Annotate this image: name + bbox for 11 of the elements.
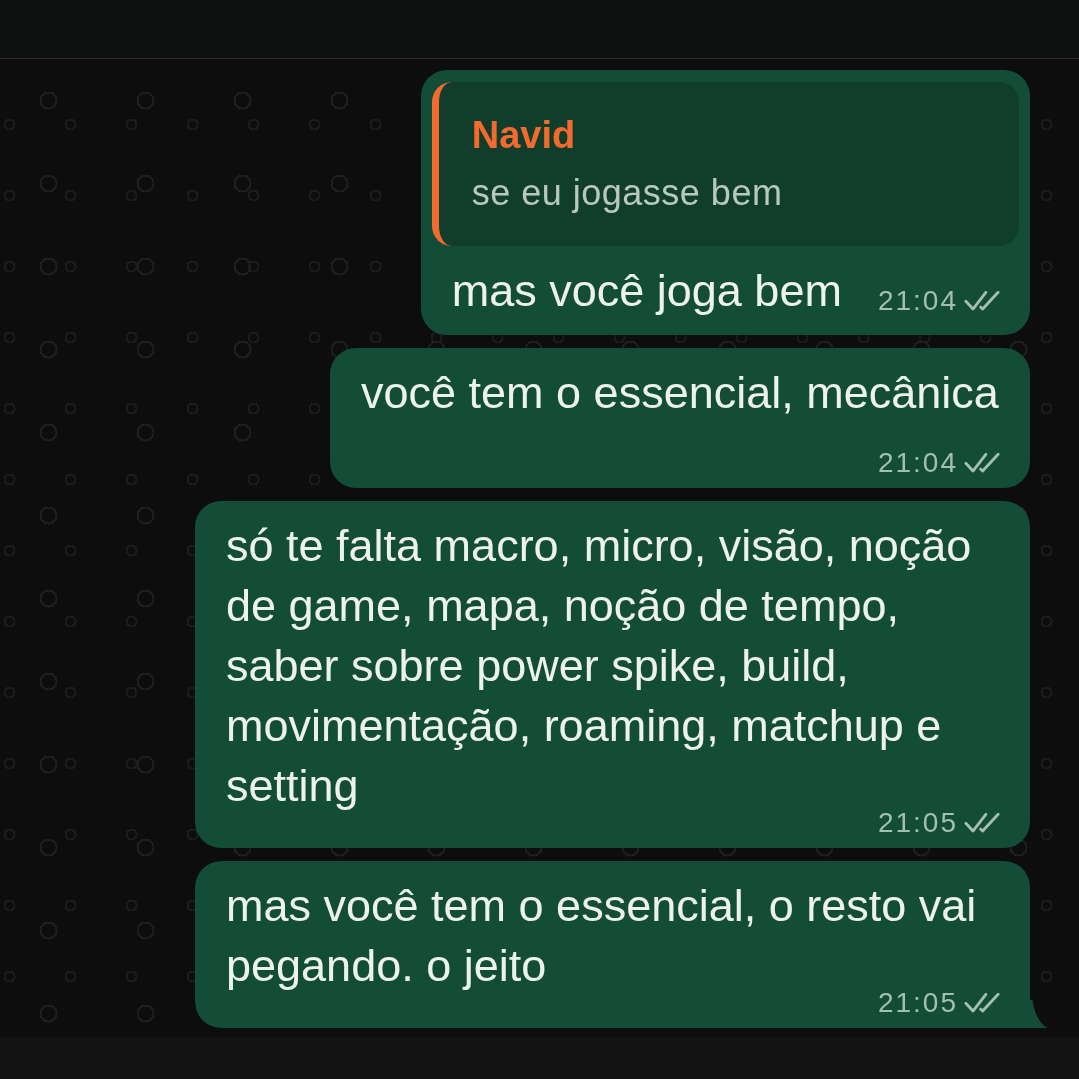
message-text: mas você tem o essencial, o resto vai pegando. o jeito xyxy=(226,880,977,991)
message-time: 21:05 xyxy=(877,992,958,1014)
message-time: 21:05 xyxy=(877,812,958,834)
message-time: 21:04 xyxy=(877,452,958,474)
quoted-message[interactable]: Navid se eu jogasse bem xyxy=(431,82,1019,246)
message-time: 21:04 xyxy=(877,290,958,312)
quote-text: se eu jogasse bem xyxy=(471,171,784,215)
message-text: você tem o essencial, mecânica xyxy=(361,367,999,418)
quote-author: Navid xyxy=(471,113,577,158)
message-text: mas você joga bem xyxy=(451,265,842,316)
message-text: só te falta macro, micro, visão, noção de game, mapa, noção de tempo, saber sobre power spike, build, movimentação, roaming, matchup e setting xyxy=(226,520,972,811)
